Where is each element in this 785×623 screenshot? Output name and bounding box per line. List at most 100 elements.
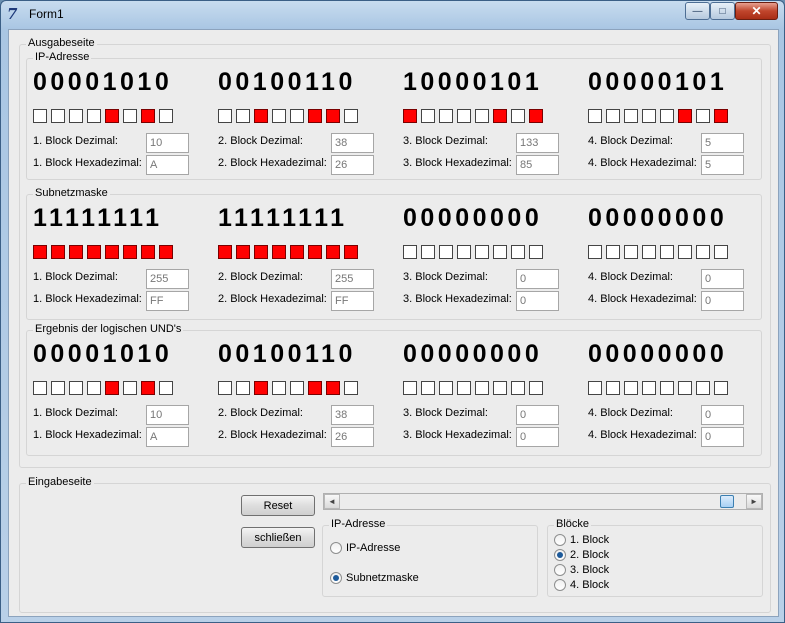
- bit-off-indicator: [123, 109, 137, 123]
- bit-on-indicator: [326, 109, 340, 123]
- bit-off-indicator: [714, 381, 728, 395]
- radio-ip-address[interactable]: IP-Adresse: [330, 542, 400, 554]
- hexadecimal-label: 4. Block Hexadezimal:: [588, 293, 697, 305]
- bit-indicator-row: [218, 381, 358, 395]
- bit-off-indicator: [123, 381, 137, 395]
- bit-on-indicator: [493, 109, 507, 123]
- bit-off-indicator: [511, 245, 525, 259]
- decimal-label: 2. Block Dezimal:: [218, 135, 303, 147]
- hexadecimal-field[interactable]: 85: [516, 155, 559, 175]
- scroll-left-arrow-icon[interactable]: ◄: [324, 494, 340, 509]
- value-scrollbar[interactable]: ◄ ►: [323, 493, 763, 510]
- decimal-label: 4. Block Dezimal:: [588, 407, 673, 419]
- bit-indicator-row: [588, 109, 728, 123]
- radio-icon[interactable]: [554, 534, 566, 546]
- radio-subnet-mask[interactable]: Subnetzmaske: [330, 572, 419, 584]
- scrollbar-thumb[interactable]: [720, 495, 734, 508]
- decimal-label: 1. Block Dezimal:: [33, 271, 118, 283]
- scroll-right-arrow-icon[interactable]: ►: [746, 494, 762, 509]
- decimal-field[interactable]: 10: [146, 405, 189, 425]
- hexadecimal-label: 4. Block Hexadezimal:: [588, 157, 697, 169]
- decimal-field[interactable]: 255: [146, 269, 189, 289]
- hexadecimal-field[interactable]: FF: [146, 291, 189, 311]
- hexadecimal-label: 2. Block Hexadezimal:: [218, 293, 327, 305]
- close-button[interactable]: ✕: [735, 2, 778, 20]
- decimal-field[interactable]: 0: [516, 269, 559, 289]
- bit-on-indicator: [344, 245, 358, 259]
- bit-off-indicator: [218, 381, 232, 395]
- radio-block-1[interactable]: 1. Block: [554, 534, 609, 546]
- hexadecimal-field[interactable]: 0: [701, 291, 744, 311]
- title-bar[interactable]: 7 Form1 — □ ✕: [1, 1, 784, 27]
- bit-on-indicator: [141, 381, 155, 395]
- decimal-field[interactable]: 0: [701, 405, 744, 425]
- bit-on-indicator: [308, 381, 322, 395]
- bit-off-indicator: [475, 381, 489, 395]
- bit-off-indicator: [475, 109, 489, 123]
- radio-icon[interactable]: [554, 564, 566, 576]
- bit-on-indicator: [254, 109, 268, 123]
- bit-on-indicator: [326, 381, 340, 395]
- bit-off-indicator: [624, 109, 638, 123]
- radio-block-3[interactable]: 3. Block: [554, 564, 609, 576]
- bit-off-indicator: [642, 381, 656, 395]
- decimal-field[interactable]: 255: [331, 269, 374, 289]
- bit-indicator-row: [33, 109, 173, 123]
- decimal-field[interactable]: 133: [516, 133, 559, 153]
- radio-icon[interactable]: [330, 542, 342, 554]
- bit-off-indicator: [588, 381, 602, 395]
- decimal-field[interactable]: 5: [701, 133, 744, 153]
- bit-off-indicator: [344, 109, 358, 123]
- bit-off-indicator: [511, 381, 525, 395]
- hexadecimal-field[interactable]: 26: [331, 427, 374, 447]
- bit-off-indicator: [290, 109, 304, 123]
- bit-off-indicator: [457, 381, 471, 395]
- bit-off-indicator: [421, 245, 435, 259]
- binary-value: 00100110: [218, 340, 356, 368]
- decimal-label: 3. Block Dezimal:: [403, 271, 488, 283]
- hexadecimal-label: 1. Block Hexadezimal:: [33, 429, 142, 441]
- radio-icon[interactable]: [330, 572, 342, 584]
- decimal-field[interactable]: 38: [331, 405, 374, 425]
- hexadecimal-field[interactable]: 0: [701, 427, 744, 447]
- hexadecimal-field[interactable]: A: [146, 427, 189, 447]
- bit-off-indicator: [714, 245, 728, 259]
- binary-value: 00000000: [588, 204, 728, 232]
- hexadecimal-field[interactable]: 26: [331, 155, 374, 175]
- bit-on-indicator: [403, 109, 417, 123]
- decimal-label: 1. Block Dezimal:: [33, 135, 118, 147]
- bit-on-indicator: [105, 109, 119, 123]
- binary-value: 00100110: [218, 68, 356, 96]
- hexadecimal-field[interactable]: 0: [516, 427, 559, 447]
- bit-on-indicator: [105, 245, 119, 259]
- hexadecimal-field[interactable]: FF: [331, 291, 374, 311]
- hexadecimal-field[interactable]: 5: [701, 155, 744, 175]
- hexadecimal-field[interactable]: 0: [516, 291, 559, 311]
- decimal-field[interactable]: 0: [701, 269, 744, 289]
- bit-off-indicator: [87, 109, 101, 123]
- decimal-field[interactable]: 10: [146, 133, 189, 153]
- bit-on-indicator: [308, 245, 322, 259]
- decimal-field[interactable]: 38: [331, 133, 374, 153]
- bit-off-indicator: [606, 109, 620, 123]
- close-form-button[interactable]: schließen: [241, 527, 315, 548]
- hexadecimal-field[interactable]: A: [146, 155, 189, 175]
- binary-value: 00000000: [403, 340, 543, 368]
- radio-icon[interactable]: [554, 579, 566, 591]
- minimize-button[interactable]: —: [685, 2, 710, 20]
- bit-on-indicator: [529, 109, 543, 123]
- radio-icon[interactable]: [554, 549, 566, 561]
- radio-label: Subnetzmaske: [346, 572, 419, 584]
- radio-block-4[interactable]: 4. Block: [554, 579, 609, 591]
- radio-label: IP-Adresse: [346, 542, 401, 554]
- decimal-field[interactable]: 0: [516, 405, 559, 425]
- binary-value: 00000000: [403, 204, 543, 232]
- bit-on-indicator: [123, 245, 137, 259]
- input-groupbox-title: Eingabeseite: [26, 476, 94, 488]
- bit-indicator-row: [33, 381, 173, 395]
- radio-block-2[interactable]: 2. Block: [554, 549, 609, 561]
- maximize-button[interactable]: □: [710, 2, 735, 20]
- reset-button[interactable]: Reset: [241, 495, 315, 516]
- bit-on-indicator: [272, 245, 286, 259]
- binary-value: 00001010: [33, 340, 173, 368]
